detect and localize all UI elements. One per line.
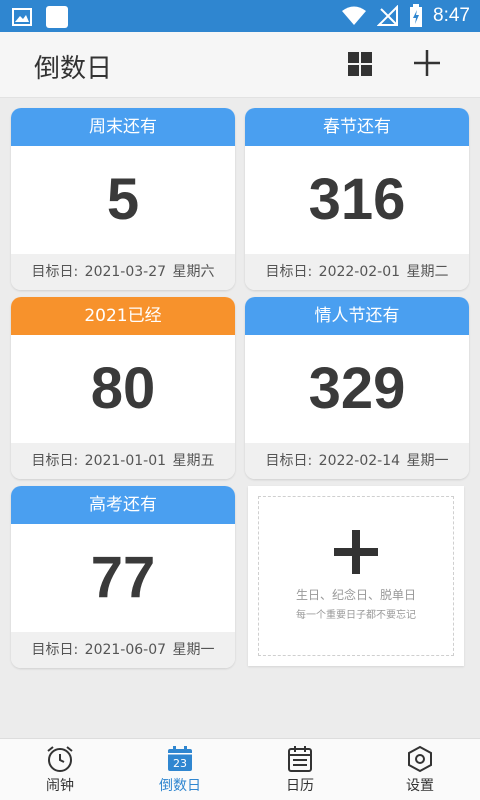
card-target-date: 目标日: 2021-03-27 星期六 — [11, 254, 235, 290]
card-days: 80 — [90, 356, 156, 421]
card-target-date: 目标日: 2021-01-01 星期五 — [11, 443, 235, 479]
target-label: 目标日: — [31, 453, 79, 469]
status-time: 8:47 — [433, 5, 470, 26]
countdown-card-spring-festival[interactable]: 春节还有 316 目标日: 2022-02-01 星期二 — [245, 108, 469, 290]
tab-countdown[interactable]: 23 倒数日 — [120, 739, 240, 800]
calendar-day-number: 23 — [173, 757, 187, 770]
plus-icon — [414, 50, 440, 76]
add-card-hint: 生日、纪念日、脱单日 — [295, 588, 416, 602]
settings-icon — [408, 745, 432, 773]
grid-view-button[interactable] — [346, 50, 374, 78]
card-days: 5 — [106, 167, 140, 232]
status-bar: 8:47 — [0, 0, 480, 32]
countdown-card-weekend[interactable]: 周末还有 5 目标日: 2021-03-27 星期六 — [11, 108, 235, 290]
countdown-card-year-elapsed[interactable]: 2021已经 80 目标日: 2021-01-01 星期五 — [11, 297, 235, 479]
card-title: 周末还有 — [11, 108, 235, 146]
card-title: 春节还有 — [245, 108, 469, 146]
card-target-date: 目标日: 2022-02-01 星期二 — [245, 254, 469, 290]
target-label: 目标日: — [31, 642, 79, 658]
target-weekday: 星期五 — [172, 453, 215, 469]
tab-label: 日历 — [286, 778, 314, 794]
countdown-card-valentines[interactable]: 情人节还有 329 目标日: 2022-02-14 星期一 — [245, 297, 469, 479]
target-weekday: 星期六 — [172, 264, 215, 280]
app-notification-icon — [46, 6, 68, 28]
tab-label: 闹钟 — [46, 778, 74, 794]
plus-icon — [334, 530, 378, 574]
target-date: 2021-03-27 — [84, 264, 167, 280]
page-title: 倒数日 — [34, 54, 113, 84]
target-weekday: 星期二 — [406, 264, 449, 280]
add-countdown-card[interactable]: 生日、纪念日、脱单日 每一个重要日子都不要忘记 — [248, 486, 464, 666]
app-bar: 倒数日 — [0, 32, 480, 98]
card-days: 329 — [308, 356, 406, 421]
card-title: 情人节还有 — [245, 297, 469, 335]
grid-icon — [348, 52, 372, 76]
tab-settings[interactable]: 设置 — [360, 739, 480, 800]
target-date: 2021-01-01 — [84, 453, 167, 469]
bottom-navigation: 闹钟 23 倒数日 日历 设置 — [0, 738, 480, 800]
battery-charging-icon — [410, 4, 423, 27]
card-target-date: 目标日: 2021-06-07 星期一 — [11, 632, 235, 668]
calendar-day-icon: 23 — [168, 746, 192, 771]
target-date: 2021-06-07 — [84, 642, 167, 658]
alarm-clock-icon — [47, 746, 73, 772]
card-days: 77 — [90, 545, 156, 610]
wifi-icon — [342, 6, 367, 25]
target-weekday: 星期一 — [172, 642, 215, 658]
tab-calendar[interactable]: 日历 — [240, 739, 360, 800]
no-signal-icon — [377, 5, 399, 26]
tab-alarm[interactable]: 闹钟 — [0, 739, 120, 800]
target-label: 目标日: — [265, 264, 313, 280]
target-date: 2022-02-01 — [318, 264, 401, 280]
card-days: 316 — [308, 167, 406, 232]
gallery-notification-icon — [12, 8, 32, 26]
target-weekday: 星期一 — [406, 453, 449, 469]
target-label: 目标日: — [265, 453, 313, 469]
calendar-icon — [288, 746, 312, 772]
card-title: 2021已经 — [11, 297, 235, 335]
target-date: 2022-02-14 — [318, 453, 401, 469]
card-title: 高考还有 — [11, 486, 235, 524]
tab-label: 设置 — [406, 778, 434, 794]
add-button[interactable] — [410, 46, 444, 80]
target-label: 目标日: — [31, 264, 79, 280]
add-card-subhint: 每一个重要日子都不要忘记 — [296, 610, 416, 621]
countdown-card-gaokao[interactable]: 高考还有 77 目标日: 2021-06-07 星期一 — [11, 486, 235, 668]
card-target-date: 目标日: 2022-02-14 星期一 — [245, 443, 469, 479]
tab-label: 倒数日 — [159, 778, 201, 794]
